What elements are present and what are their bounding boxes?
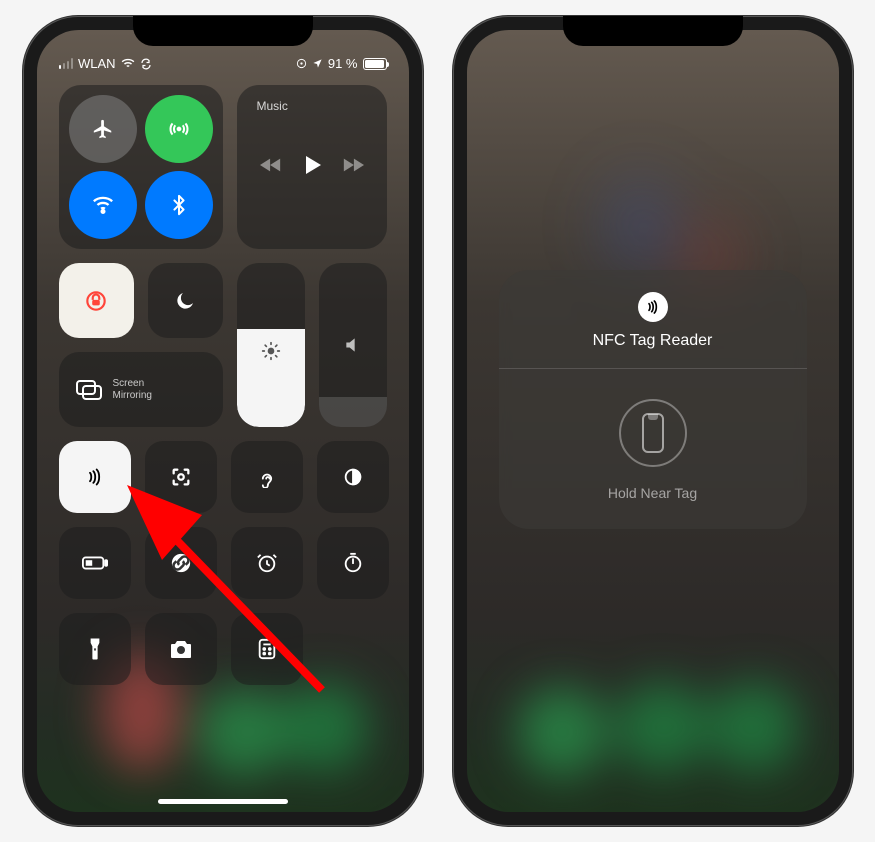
- qr-scan-button[interactable]: [145, 441, 217, 513]
- nfc-scan-icon: [619, 399, 687, 467]
- nfc-icon: [638, 292, 668, 322]
- next-track-icon[interactable]: [342, 156, 364, 174]
- alarm-button[interactable]: [231, 527, 303, 599]
- screen-mirroring-button[interactable]: Screen Mirroring: [59, 352, 223, 427]
- nfc-instruction: Hold Near Tag: [608, 485, 697, 501]
- dark-mode-button[interactable]: [317, 441, 389, 513]
- wifi-icon: [121, 58, 135, 69]
- hearing-button[interactable]: [231, 441, 303, 513]
- shazam-button[interactable]: [145, 527, 217, 599]
- control-center: Music: [37, 30, 409, 812]
- location-icon: [312, 58, 323, 69]
- nfc-reader-panel: NFC Tag Reader Hold Near Tag: [499, 270, 807, 529]
- bluetooth-button[interactable]: [145, 171, 213, 239]
- play-icon[interactable]: [300, 153, 324, 177]
- notch: [133, 16, 313, 46]
- brightness-slider[interactable]: [237, 263, 305, 427]
- compass-icon: [296, 58, 307, 69]
- battery-label: 91 %: [328, 56, 358, 71]
- shortcut-grid: [59, 441, 387, 685]
- phone-right: NFC Tag Reader Hold Near Tag: [453, 16, 853, 826]
- connectivity-tile: [59, 85, 223, 249]
- music-label: Music: [251, 99, 373, 113]
- battery-icon: [363, 58, 387, 70]
- timer-button[interactable]: [317, 527, 389, 599]
- phone-left: WLAN 91 %: [23, 16, 423, 826]
- music-tile[interactable]: Music: [237, 85, 387, 249]
- screen-mirroring-label: Screen Mirroring: [113, 378, 152, 401]
- camera-button[interactable]: [145, 613, 217, 685]
- volume-icon: [343, 335, 363, 355]
- calculator-button[interactable]: [231, 613, 303, 685]
- low-power-button[interactable]: [59, 527, 131, 599]
- wifi-button[interactable]: [69, 171, 137, 239]
- airplane-mode-button[interactable]: [69, 95, 137, 163]
- rotation-lock-button[interactable]: [59, 263, 134, 338]
- carrier-label: WLAN: [78, 56, 116, 71]
- do-not-disturb-button[interactable]: [148, 263, 223, 338]
- screen-nfc-reader: NFC Tag Reader Hold Near Tag: [467, 30, 839, 812]
- prev-track-icon[interactable]: [260, 156, 282, 174]
- screen-control-center: WLAN 91 %: [37, 30, 409, 812]
- brightness-icon: [261, 341, 281, 361]
- nfc-panel-title: NFC Tag Reader: [593, 332, 713, 350]
- home-indicator[interactable]: [158, 799, 288, 804]
- screen-mirroring-icon: [75, 379, 103, 401]
- flashlight-button[interactable]: [59, 613, 131, 685]
- cellular-signal-icon: [59, 58, 74, 69]
- cellular-data-button[interactable]: [145, 95, 213, 163]
- nfc-tag-reader-button[interactable]: [59, 441, 131, 513]
- volume-slider[interactable]: [319, 263, 387, 427]
- notch: [563, 16, 743, 46]
- sync-icon: [140, 58, 152, 70]
